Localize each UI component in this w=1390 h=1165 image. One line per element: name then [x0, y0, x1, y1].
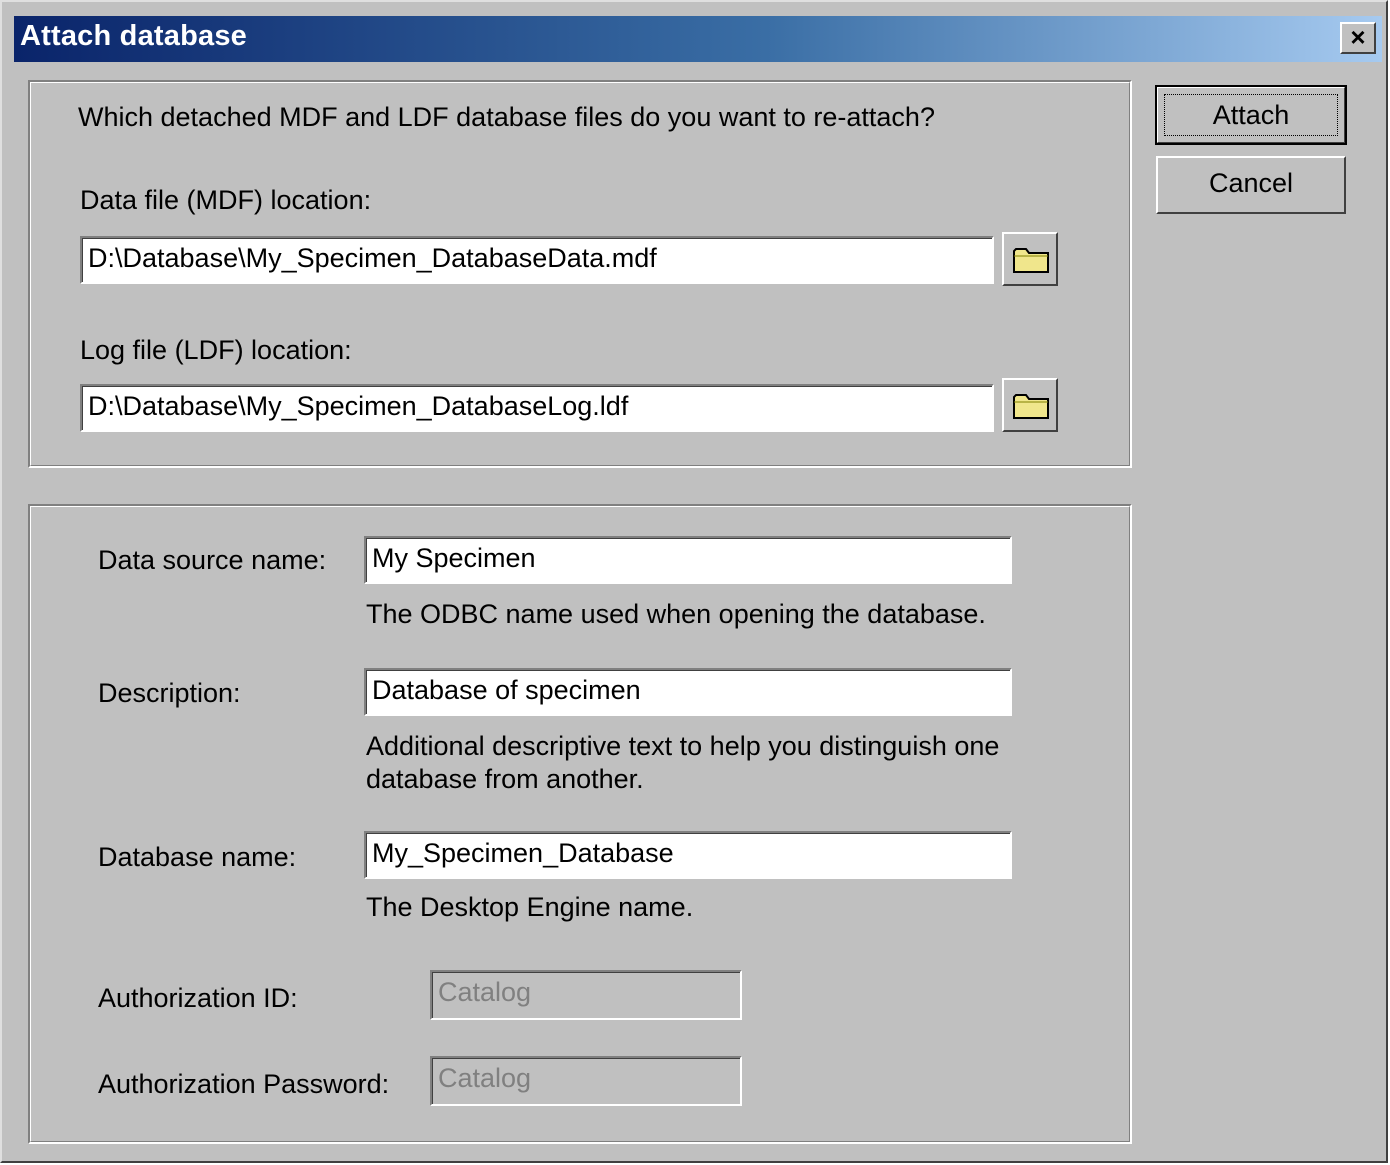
attach-database-dialog: Attach database × Which detached MDF and…: [0, 0, 1388, 1163]
ldf-location-label: Log file (LDF) location:: [80, 335, 352, 365]
description-hint-line-2: database from another.: [366, 764, 644, 794]
authorization-id-input: Catalog: [430, 970, 742, 1020]
browse-ldf-button[interactable]: [1002, 378, 1058, 432]
description-hint-line-1: Additional descriptive text to help you …: [366, 731, 1000, 761]
authorization-password-label: Authorization Password:: [98, 1069, 390, 1099]
cancel-button[interactable]: Cancel: [1156, 156, 1346, 214]
close-button[interactable]: ×: [1340, 22, 1376, 54]
database-name-input[interactable]: My_Specimen_Database: [364, 831, 1012, 879]
description-label: Description:: [98, 678, 241, 708]
authorization-id-label: Authorization ID:: [98, 983, 298, 1013]
dsn-label: Data source name:: [98, 545, 327, 575]
close-icon: ×: [1350, 22, 1366, 52]
mdf-location-label: Data file (MDF) location:: [80, 185, 372, 215]
mdf-location-input[interactable]: D:\Database\My_Specimen_DatabaseData.mdf: [80, 236, 994, 284]
description-input[interactable]: Database of specimen: [364, 668, 1012, 716]
browse-mdf-button[interactable]: [1002, 232, 1058, 286]
ldf-location-input[interactable]: D:\Database\My_Specimen_DatabaseLog.ldf: [80, 384, 994, 432]
window-title: Attach database: [20, 20, 248, 52]
database-name-hint: The Desktop Engine name.: [366, 892, 694, 922]
folder-icon: [1013, 394, 1049, 419]
attach-button-label: Attach: [1164, 94, 1338, 136]
files-question: Which detached MDF and LDF database file…: [78, 102, 935, 132]
folder-icon: [1013, 248, 1049, 273]
dsn-hint: The ODBC name used when opening the data…: [366, 599, 986, 629]
dsn-input[interactable]: My Specimen: [364, 536, 1012, 584]
authorization-password-input: Catalog: [430, 1056, 742, 1106]
database-name-label: Database name:: [98, 842, 297, 872]
attach-button[interactable]: Attach: [1155, 85, 1347, 145]
title-bar[interactable]: Attach database ×: [14, 16, 1382, 62]
